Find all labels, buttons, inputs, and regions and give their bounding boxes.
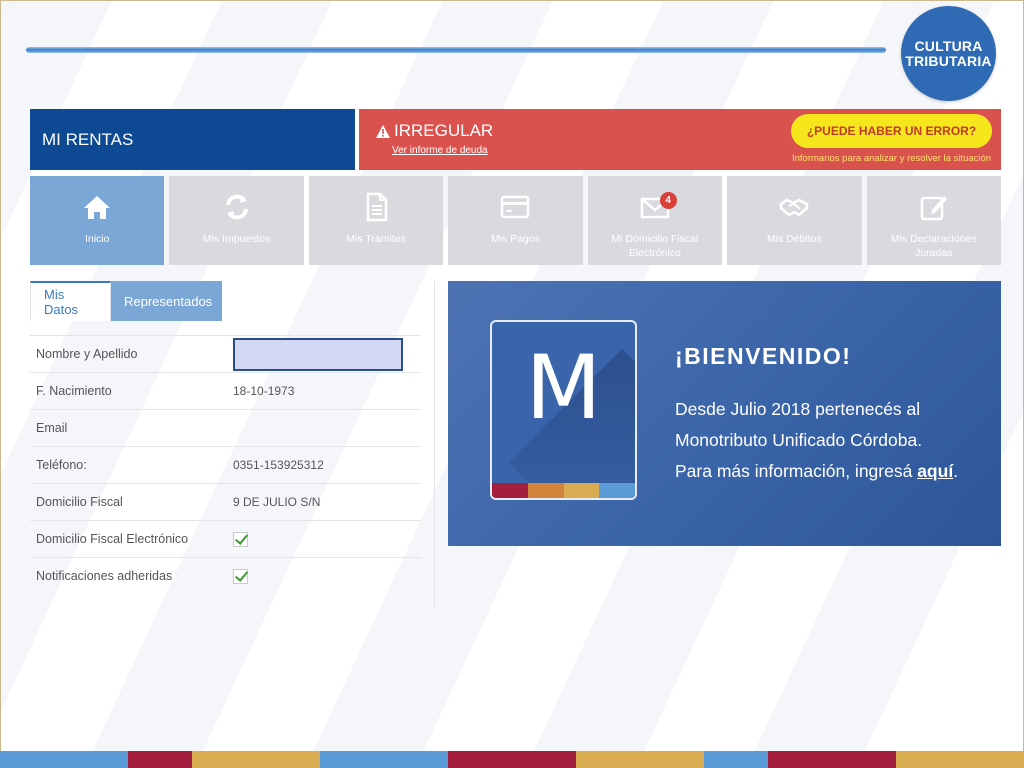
welcome-title: ¡BIENVENIDO! — [675, 343, 852, 369]
header-rule — [26, 47, 886, 53]
row-nombre: Nombre y Apellido — [30, 335, 421, 372]
tile-label: Inicio — [84, 233, 110, 245]
debt-report-link[interactable]: Ver informe de deuda — [392, 145, 488, 156]
nacimiento-label: F. Nacimiento — [36, 384, 112, 398]
logo-stripe-orange — [527, 483, 564, 498]
tile-label: Mis Débitos — [766, 233, 822, 245]
tile-label: Mis Trámites — [346, 233, 406, 245]
telefono-value: 0351-153925312 — [233, 458, 324, 472]
tile-label: Mi Domicilio Fiscal Electrónico — [611, 233, 699, 259]
tile-mis-pagos[interactable]: Mis Pagos — [448, 176, 583, 265]
status-banner: IRREGULAR Ver informe de deuda ¿PUEDE HA… — [359, 109, 1001, 170]
logo-letter: M — [525, 336, 602, 439]
tab-representados[interactable]: Representados — [111, 281, 222, 321]
dfe-label: Domicilio Fiscal Electrónico — [36, 532, 189, 546]
handshake-icon — [780, 198, 809, 217]
app-title: MI RENTAS — [42, 129, 134, 149]
nombre-label: Nombre y Apellido — [36, 347, 138, 361]
document-icon — [366, 192, 388, 222]
row-telefono: Teléfono: 0351-153925312 — [30, 446, 421, 483]
welcome-line3: Para más información, ingresá aquí. — [675, 456, 995, 487]
warning-icon — [376, 124, 390, 138]
notif-label: Notificaciones adheridas — [36, 569, 173, 583]
logo-line1: CULTURA — [914, 37, 983, 54]
error-report-button[interactable]: ¿PUEDE HABER UN ERROR? — [791, 114, 992, 148]
welcome-text: Desde Julio 2018 pertenecés al Monotribu… — [675, 394, 995, 487]
notif-checkbox[interactable] — [233, 568, 248, 584]
email-label: Email — [36, 421, 68, 435]
row-nacimiento: F. Nacimiento 18-10-1973 — [30, 372, 421, 409]
domicilio-label: Domicilio Fiscal — [36, 495, 123, 509]
telefono-label: Teléfono: — [36, 458, 87, 472]
welcome-banner: M ¡BIENVENIDO! Desde Julio 2018 pertenec… — [448, 281, 1001, 546]
bottom-color-bar — [0, 751, 1024, 768]
tile-mis-impuestos[interactable]: Mis Impuestos — [169, 176, 304, 265]
row-domicilio: Domicilio Fiscal 9 DE JULIO S/N — [30, 483, 421, 520]
data-tabs: Mis Datos Representados — [30, 281, 222, 321]
logo-line2: TRIBUTARIA — [905, 52, 992, 69]
tile-mis-tramites[interactable]: Mis Trámites — [308, 176, 444, 265]
row-email: Email — [30, 409, 421, 446]
notification-badge: 4 — [659, 192, 677, 209]
error-report-subtitle: Informanos para analizar y resolver la s… — [792, 153, 992, 164]
logo-stripe-red — [492, 483, 528, 498]
row-domicilio-electronico: Domicilio Fiscal Electrónico — [30, 520, 421, 557]
tile-mis-debitos[interactable]: Mis Débitos — [727, 176, 862, 265]
home-icon — [84, 196, 111, 219]
mis-datos-panel: Nombre y Apellido F. Nacimiento 18-10-19… — [30, 335, 421, 594]
edit-icon — [920, 196, 947, 221]
nombre-redacted-box — [233, 337, 403, 371]
status-label: IRREGULAR — [394, 121, 494, 140]
logo-stripe-gold — [563, 483, 600, 498]
more-info-link[interactable]: aquí — [917, 461, 953, 481]
monotributo-logo: M — [490, 320, 637, 500]
nav-tiles: Inicio Mis Impuestos Mis Trámites Mis Pa… — [30, 176, 1001, 265]
logo-stripe-blue — [599, 483, 635, 498]
welcome-line3-suffix: . — [953, 461, 959, 481]
welcome-line1: Desde Julio 2018 pertenecés al — [675, 399, 921, 419]
domicilio-value: 9 DE JULIO S/N — [233, 495, 321, 509]
welcome-line2: Monotributo Unificado Córdoba. — [675, 430, 923, 450]
tab-mis-datos[interactable]: Mis Datos — [30, 281, 111, 321]
tile-label: Mis Declaraciones Juradas — [890, 233, 977, 259]
status-title: IRREGULAR — [376, 121, 493, 141]
tile-mis-declaraciones-juradas[interactable]: Mis Declaraciones Juradas — [866, 176, 1001, 265]
tile-label: Mis Impuestos — [202, 233, 271, 245]
refresh-icon — [225, 194, 248, 220]
card-icon — [501, 195, 530, 219]
welcome-line3-prefix: Para más información, ingresá — [675, 461, 918, 481]
tile-label: Mis Pagos — [490, 233, 540, 245]
cultura-tributaria-logo: CULTURA TRIBUTARIA — [901, 6, 996, 101]
mi-rentas-header: MI RENTAS — [30, 109, 355, 170]
dfe-checkbox[interactable] — [233, 531, 248, 547]
panel-divider — [434, 281, 435, 608]
row-notificaciones: Notificaciones adheridas — [30, 557, 421, 594]
tile-inicio[interactable]: Inicio — [30, 176, 165, 265]
tile-mi-domicilio-fiscal[interactable]: 4 Mi Domicilio Fiscal Electrónico — [587, 176, 723, 265]
nacimiento-value: 18-10-1973 — [233, 384, 295, 398]
